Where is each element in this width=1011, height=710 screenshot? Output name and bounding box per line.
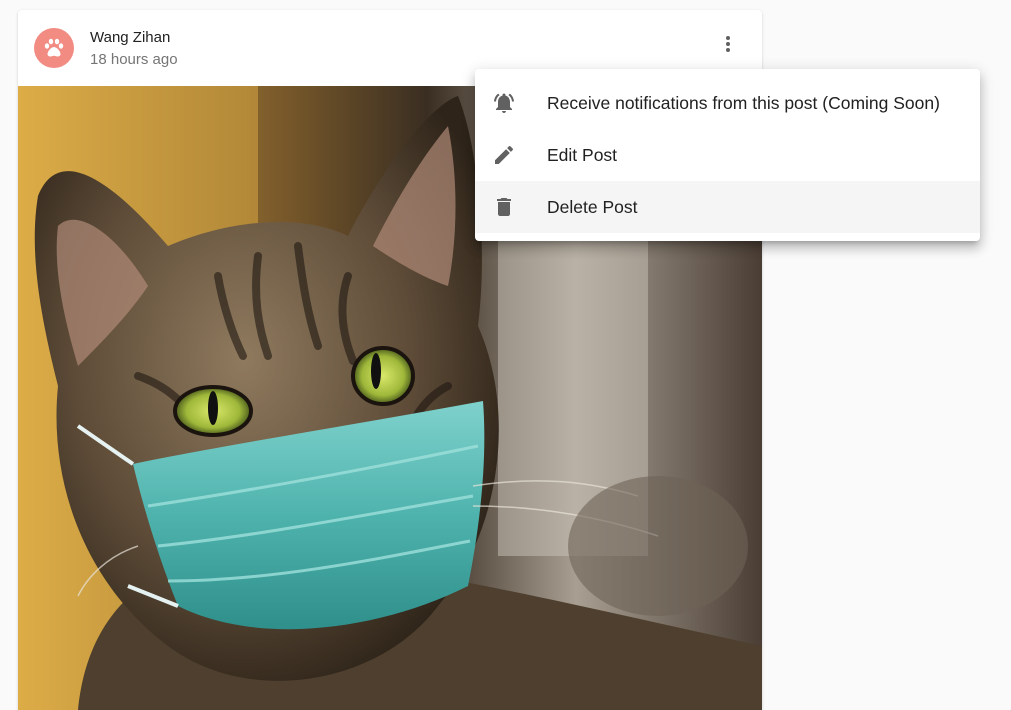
- menu-item-delete-post[interactable]: Delete Post: [475, 181, 980, 233]
- menu-item-edit-post[interactable]: Edit Post: [475, 129, 980, 181]
- author-name[interactable]: Wang Zihan: [90, 29, 170, 46]
- notifications-active-icon: [494, 93, 514, 113]
- avatar[interactable]: [34, 28, 74, 68]
- more-vert-icon: [726, 36, 730, 52]
- menu-item-label: Receive notifications from this post (Co…: [547, 93, 940, 113]
- menu-item-label: Delete Post: [547, 197, 638, 217]
- edit-pencil-icon: [495, 145, 514, 164]
- post-options-menu: Receive notifications from this post (Co…: [475, 69, 980, 241]
- menu-item-label: Edit Post: [547, 145, 618, 165]
- delete-trash-icon: [497, 198, 511, 216]
- post-timestamp: 18 hours ago: [90, 51, 178, 68]
- menu-item-notifications[interactable]: Receive notifications from this post (Co…: [475, 77, 980, 129]
- paw-icon: [44, 38, 64, 57]
- more-options-button[interactable]: [712, 28, 744, 60]
